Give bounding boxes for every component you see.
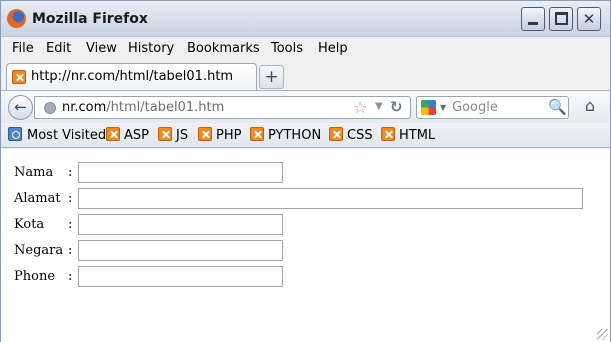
minimize-button[interactable] (521, 7, 545, 31)
home-button[interactable]: ⌂ (579, 95, 601, 117)
menu-tools[interactable]: Tools (271, 41, 303, 56)
menu-view[interactable]: View (86, 41, 117, 56)
menu-history[interactable]: History (128, 41, 174, 56)
reload-icon[interactable]: ↻ (390, 98, 403, 116)
bookmark-asp[interactable]: ASP (106, 127, 149, 143)
field-colon: : (68, 164, 73, 180)
page-content: Nama : Alamat : Kota : Negara : Phone: (1, 149, 610, 342)
history-dropdown-icon[interactable]: ▼ (375, 101, 383, 112)
field-label: Nama (14, 164, 54, 180)
tab-label: http://nr.com/html/tabel01.htm (31, 69, 234, 84)
xampp-icon (198, 127, 212, 141)
alamat-input[interactable] (78, 187, 583, 209)
xampp-icon (250, 127, 264, 141)
bookmark-label: PYTHON (268, 128, 322, 143)
phone-input[interactable] (78, 265, 283, 287)
back-arrow-icon: ← (14, 98, 27, 116)
bookmark-html[interactable]: HTML (381, 127, 435, 143)
bookmark-js[interactable]: JS (158, 127, 188, 143)
most-visited-icon (8, 127, 22, 141)
search-icon[interactable]: 🔍 (548, 98, 567, 116)
search-placeholder: Google (452, 100, 498, 115)
menu-help[interactable]: Help (318, 41, 348, 56)
search-box[interactable]: ▼ Google 🔍 (416, 96, 569, 119)
kota-input[interactable] (78, 213, 283, 235)
field-label: Phone (14, 268, 56, 284)
maximize-icon (555, 12, 568, 25)
address-text[interactable]: nr.com/html/tabel01.htm (62, 100, 224, 115)
bookmark-python[interactable]: PYTHON (250, 127, 321, 143)
xampp-icon (12, 70, 26, 84)
close-button[interactable]: ✕ (577, 7, 601, 31)
tab-strip: http://nr.com/html/tabel01.htm + (1, 60, 610, 90)
bookmark-label: PHP (216, 128, 242, 143)
bookmark-label: CSS (347, 128, 373, 143)
form-row-negara: Negara : (14, 238, 583, 262)
menu-bookmarks[interactable]: Bookmarks (187, 41, 260, 56)
bookmark-star-icon[interactable]: ☆ (353, 98, 367, 117)
bookmark-label: HTML (399, 128, 436, 143)
field-label: Alamat (14, 190, 61, 206)
firefox-logo-icon (7, 9, 26, 28)
menu-file[interactable]: File (12, 41, 34, 56)
bookmark-most-visited[interactable]: Most Visited (8, 127, 106, 143)
bookmark-php[interactable]: PHP (198, 127, 241, 143)
field-colon: : (68, 242, 73, 258)
form-table: Nama : Alamat : Kota : Negara : Phone: (12, 158, 585, 290)
form-row-nama: Nama : (14, 160, 583, 184)
plus-icon: + (264, 67, 279, 87)
negara-input[interactable] (78, 239, 283, 261)
field-colon: : (68, 190, 73, 206)
field-label: Negara (14, 242, 64, 258)
nama-input[interactable] (78, 161, 283, 183)
bookmark-css[interactable]: CSS (329, 127, 373, 143)
close-icon: ✕ (582, 10, 596, 28)
new-tab-button[interactable]: + (259, 65, 284, 89)
maximize-button[interactable] (549, 7, 573, 31)
window-title: Mozilla Firefox (32, 11, 148, 27)
back-button[interactable]: ← (8, 95, 33, 120)
google-engine-icon[interactable] (421, 100, 436, 115)
title-bar: Mozilla Firefox ✕ (1, 1, 610, 37)
bookmarks-toolbar: Most Visited ASP JS PHP PYTHON CSS HTML (1, 123, 610, 148)
form-row-kota: Kota : (14, 212, 583, 236)
xampp-icon (158, 127, 172, 141)
menu-edit[interactable]: Edit (46, 41, 71, 56)
bookmark-label: ASP (124, 128, 149, 143)
tab-active[interactable]: http://nr.com/html/tabel01.htm (6, 63, 257, 90)
field-label: Kota (14, 216, 45, 232)
engine-dropdown-icon[interactable]: ▼ (440, 103, 446, 112)
form-row-alamat: Alamat : (14, 186, 583, 210)
xampp-icon (106, 127, 120, 141)
url-domain: nr.com (62, 100, 107, 115)
bookmark-label: JS (176, 128, 189, 143)
globe-icon (44, 102, 56, 114)
address-bar[interactable]: nr.com/html/tabel01.htm ☆ ▼ ↻ (34, 96, 411, 119)
menu-bar: File Edit View History Bookmarks Tools H… (1, 38, 610, 60)
xampp-icon (329, 127, 343, 141)
bookmark-label: Most Visited (27, 128, 107, 143)
minimize-icon (528, 22, 538, 25)
browser-window: Mozilla Firefox ✕ File Edit View History… (0, 0, 611, 342)
field-colon: : (68, 216, 73, 232)
url-path: /html/tabel01.htm (106, 100, 225, 115)
xampp-icon (381, 127, 395, 141)
navigation-bar: ← nr.com/html/tabel01.htm ☆ ▼ ↻ ▼ Google… (1, 90, 610, 123)
field-colon: : (68, 268, 73, 284)
resize-grip-icon[interactable] (597, 329, 608, 340)
form-row-phone: Phone : (14, 264, 583, 288)
home-icon: ⌂ (584, 96, 596, 115)
